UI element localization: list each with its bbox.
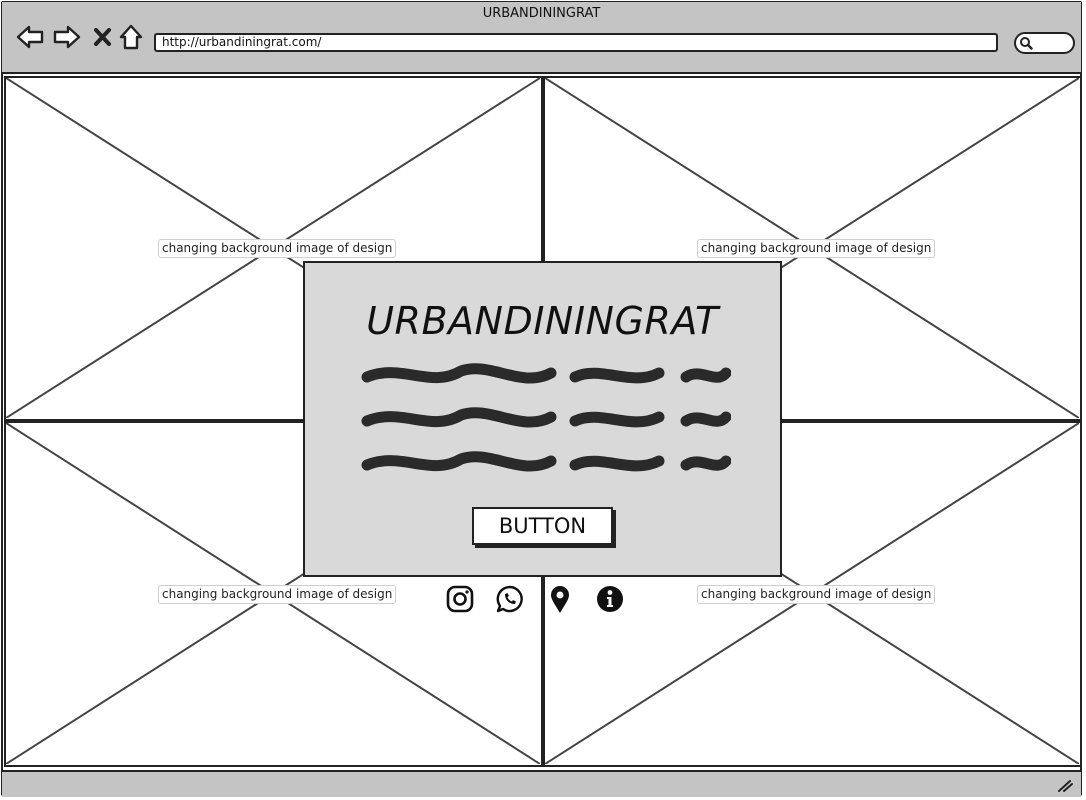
instagram-icon[interactable]	[445, 584, 475, 614]
arrow-right-icon[interactable]	[52, 22, 82, 52]
url-input[interactable]: http://urbandiningrat.com/	[154, 33, 998, 52]
placeholder-text-scribble	[361, 363, 731, 472]
status-bar	[2, 770, 1081, 797]
search-icon	[1020, 37, 1033, 50]
whatsapp-icon[interactable]	[495, 584, 525, 614]
resize-grip-icon[interactable]	[1057, 780, 1073, 792]
map-pin-icon[interactable]	[545, 584, 575, 614]
placeholder-label: changing background image of design	[697, 585, 936, 604]
placeholder-label: changing background image of design	[158, 239, 397, 258]
home-icon[interactable]	[117, 22, 147, 52]
hero-card: URBANDININGRAT BUTTON	[303, 261, 782, 577]
placeholder-label: changing background image of design	[697, 239, 936, 258]
browser-toolbar: URBANDININGRAT http://urbandiningrat.com…	[2, 2, 1081, 74]
placeholder-label: changing background image of design	[158, 585, 397, 604]
hero-title: URBANDININGRAT	[366, 299, 719, 343]
x-icon[interactable]	[89, 22, 119, 52]
search-field[interactable]	[1014, 32, 1075, 54]
window-title: URBANDININGRAT	[482, 6, 601, 21]
info-icon[interactable]	[595, 584, 625, 614]
cta-button[interactable]: BUTTON	[472, 507, 613, 545]
arrow-left-icon[interactable]	[15, 22, 45, 52]
